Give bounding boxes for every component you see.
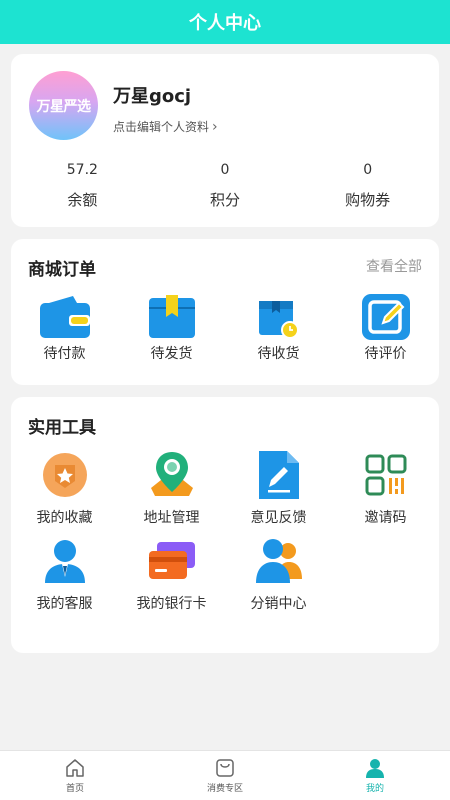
order-status-label: 待发货 — [150, 346, 193, 362]
tool-customer-service[interactable]: 我的客服 — [11, 535, 118, 613]
favorite-badge-icon — [39, 449, 91, 501]
tool-feedback[interactable]: 意见反馈 — [225, 449, 332, 527]
tool-invite-code[interactable]: 邀请码 — [332, 449, 439, 527]
stat-value: 57.2 — [66, 162, 98, 178]
order-pending-receipt[interactable]: 待收货 — [225, 293, 332, 363]
location-pin-icon — [146, 449, 198, 501]
stat-coupons[interactable]: 0 购物券 — [296, 159, 439, 210]
orders-section-title: 商城订单 — [28, 260, 96, 280]
tool-address-management[interactable]: 地址管理 — [118, 449, 225, 527]
page-title: 个人中心 — [189, 13, 261, 34]
wallet-icon — [39, 293, 91, 341]
stat-balance[interactable]: 57.2 余额 — [11, 159, 154, 210]
orders-card: 商城订单 查看全部 待付款 待发货 待收货 待评价 — [11, 239, 439, 385]
tool-distribution-center[interactable]: 分销中心 — [225, 535, 332, 613]
tools-grid: 我的收藏 地址管理 意见反馈 邀请码 我的客服 我的银行卡 分销中心 — [11, 449, 439, 613]
edit-review-icon — [360, 293, 412, 341]
app-header: 个人中心 — [0, 0, 450, 44]
tab-home[interactable]: 首页 — [0, 751, 150, 800]
profile-card: 万星严选 万星gocj 点击编辑个人资料 › 57.2 余额 0 积分 0 购物… — [11, 54, 439, 227]
chevron-right-icon: › — [212, 118, 218, 135]
tool-label: 意见反馈 — [250, 510, 307, 526]
shopping-bag-icon — [216, 759, 234, 777]
order-pending-review[interactable]: 待评价 — [332, 293, 439, 363]
delivery-box-icon — [253, 293, 305, 341]
tab-label: 我的 — [365, 784, 384, 794]
package-box-icon — [146, 293, 198, 341]
tool-label: 我的银行卡 — [136, 596, 207, 612]
order-status-label: 待付款 — [43, 346, 86, 362]
edit-profile-link[interactable]: 点击编辑个人资料 › — [113, 118, 218, 135]
order-status-label: 待评价 — [364, 346, 407, 362]
user-icon — [366, 759, 384, 778]
feedback-document-icon — [253, 449, 305, 501]
stat-value: 0 — [363, 162, 373, 178]
order-status-label: 待收货 — [257, 346, 300, 362]
tools-card: 实用工具 我的收藏 地址管理 意见反馈 邀请码 我的客服 我的银行卡 分销中心 — [11, 397, 439, 653]
distribution-users-icon — [253, 535, 305, 587]
customer-service-icon — [39, 535, 91, 587]
bank-card-icon — [146, 535, 198, 587]
bottom-tab-bar: 首页 消费专区 我的 — [0, 750, 450, 800]
tab-label: 消费专区 — [206, 784, 243, 794]
tool-label: 我的收藏 — [36, 510, 93, 526]
tab-mine[interactable]: 我的 — [300, 751, 450, 800]
stat-label: 积分 — [210, 191, 241, 209]
qr-code-icon — [360, 449, 412, 501]
tool-label: 邀请码 — [364, 510, 407, 526]
tool-label: 分销中心 — [250, 596, 307, 612]
order-pending-payment[interactable]: 待付款 — [11, 293, 118, 363]
avatar[interactable]: 万星严选 — [29, 71, 98, 140]
stat-label: 购物券 — [345, 191, 391, 209]
stat-label: 余额 — [67, 191, 98, 209]
username: 万星gocj — [113, 86, 192, 107]
tool-my-favorites[interactable]: 我的收藏 — [11, 449, 118, 527]
tab-consumption-zone[interactable]: 消费专区 — [150, 751, 300, 800]
tools-section-title: 实用工具 — [28, 418, 96, 438]
home-icon — [66, 759, 84, 777]
edit-profile-label: 点击编辑个人资料 — [113, 120, 210, 134]
account-stats: 57.2 余额 0 积分 0 购物券 — [11, 159, 439, 210]
tool-bank-cards[interactable]: 我的银行卡 — [118, 535, 225, 613]
order-pending-shipment[interactable]: 待发货 — [118, 293, 225, 363]
stat-value: 0 — [220, 162, 230, 178]
tool-label: 我的客服 — [36, 596, 93, 612]
avatar-logo-text: 万星严选 — [36, 98, 92, 115]
view-all-orders-link[interactable]: 查看全部 — [366, 256, 422, 276]
stat-points[interactable]: 0 积分 — [154, 159, 297, 210]
order-status-row: 待付款 待发货 待收货 待评价 — [11, 293, 439, 363]
tool-label: 地址管理 — [143, 510, 200, 526]
tab-label: 首页 — [65, 784, 84, 794]
